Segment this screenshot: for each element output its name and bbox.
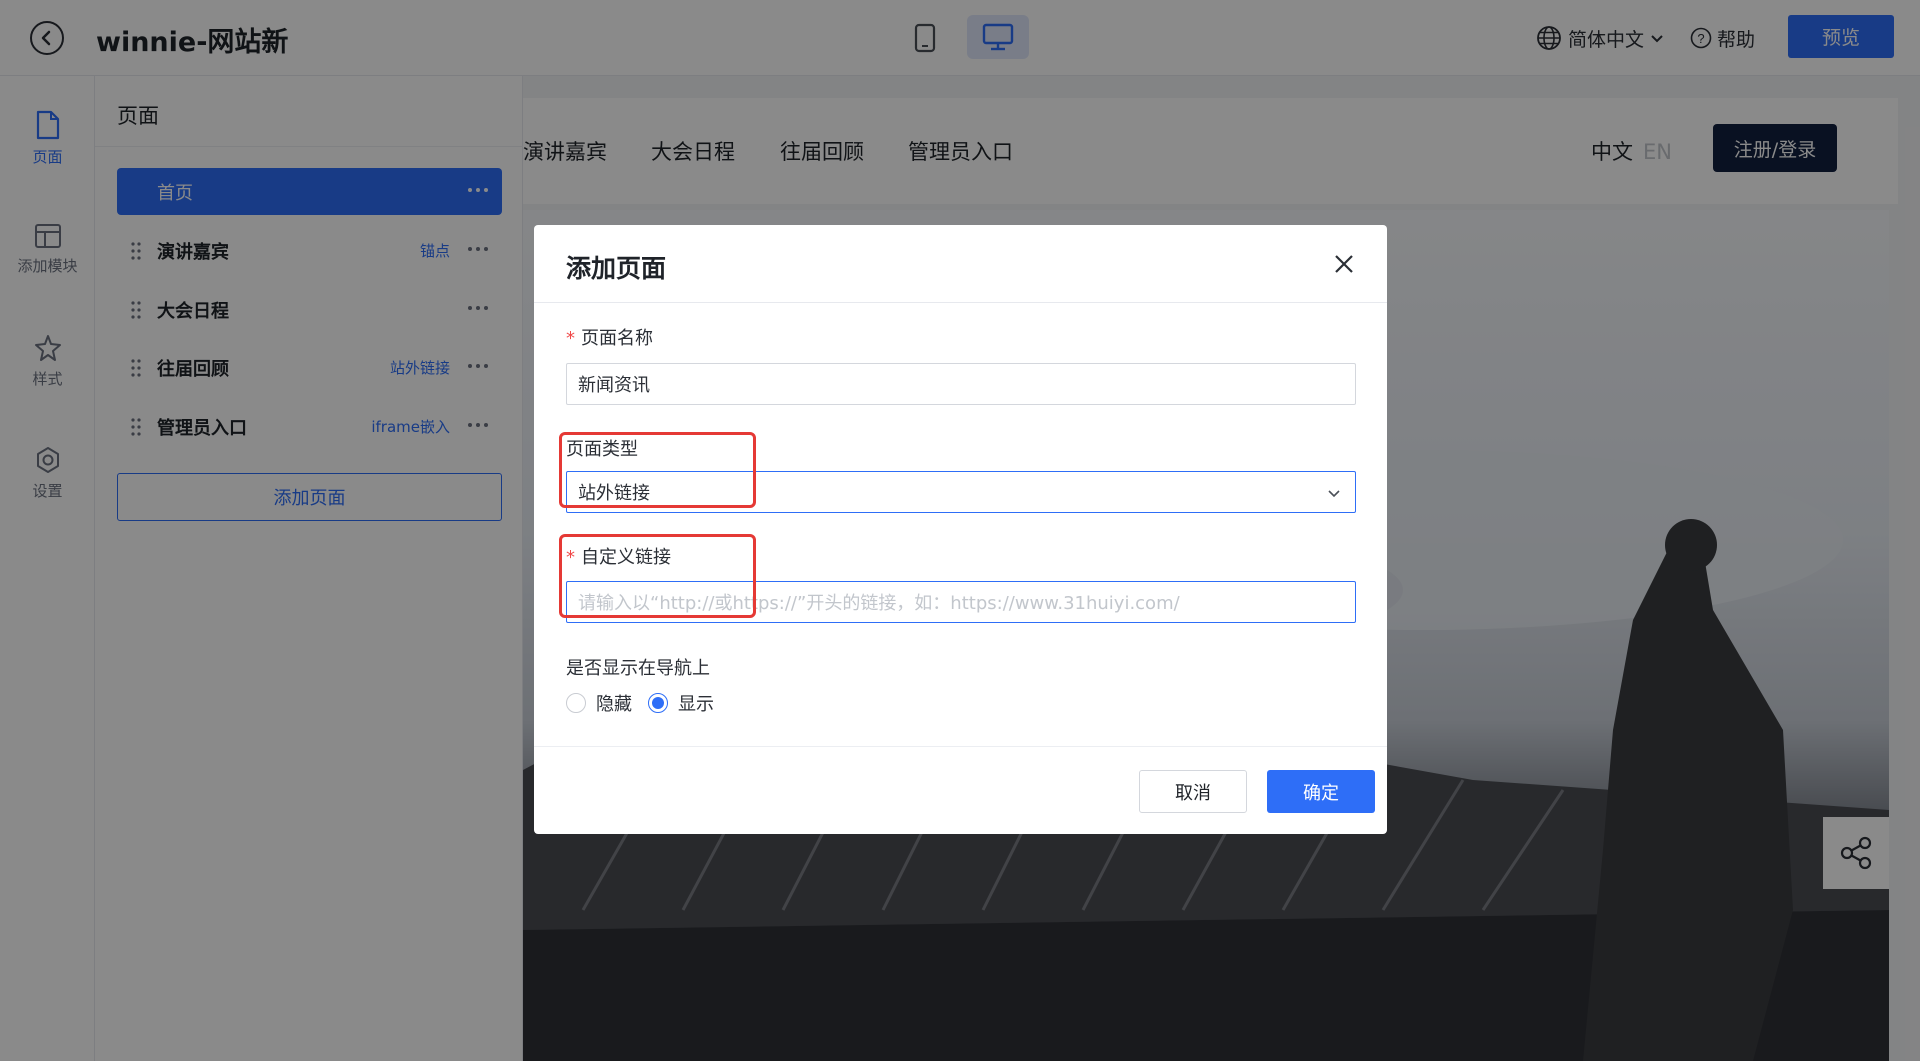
- page-name-input[interactable]: 新闻资讯: [566, 363, 1356, 405]
- page-name-value: 新闻资讯: [578, 375, 650, 396]
- show-in-nav-radio-group: 隐藏 显示: [566, 690, 714, 716]
- cancel-button[interactable]: 取消: [1139, 770, 1247, 813]
- page-name-label-text: 页面名称: [581, 328, 653, 349]
- annotation-highlight-box: [559, 432, 756, 508]
- show-in-nav-label: 是否显示在导航上: [566, 658, 710, 679]
- radio-show-label[interactable]: 显示: [678, 690, 714, 716]
- radio-hide[interactable]: [566, 693, 586, 713]
- close-icon[interactable]: [1331, 251, 1357, 277]
- dialog-header: 添加页面: [534, 225, 1387, 303]
- add-page-dialog: 添加页面 * 页面名称 新闻资讯 页面类型 站外链接 * 自定义链接 请输入以“ht…: [534, 225, 1387, 834]
- page-name-label: * 页面名称: [566, 328, 653, 349]
- chevron-down-icon: [1328, 490, 1340, 498]
- dialog-title: 添加页面: [566, 254, 667, 283]
- radio-hide-label[interactable]: 隐藏: [596, 690, 632, 716]
- dialog-footer-divider: [534, 746, 1387, 747]
- radio-show[interactable]: [648, 693, 668, 713]
- annotation-highlight-box: [559, 534, 756, 618]
- confirm-button[interactable]: 确定: [1267, 770, 1375, 813]
